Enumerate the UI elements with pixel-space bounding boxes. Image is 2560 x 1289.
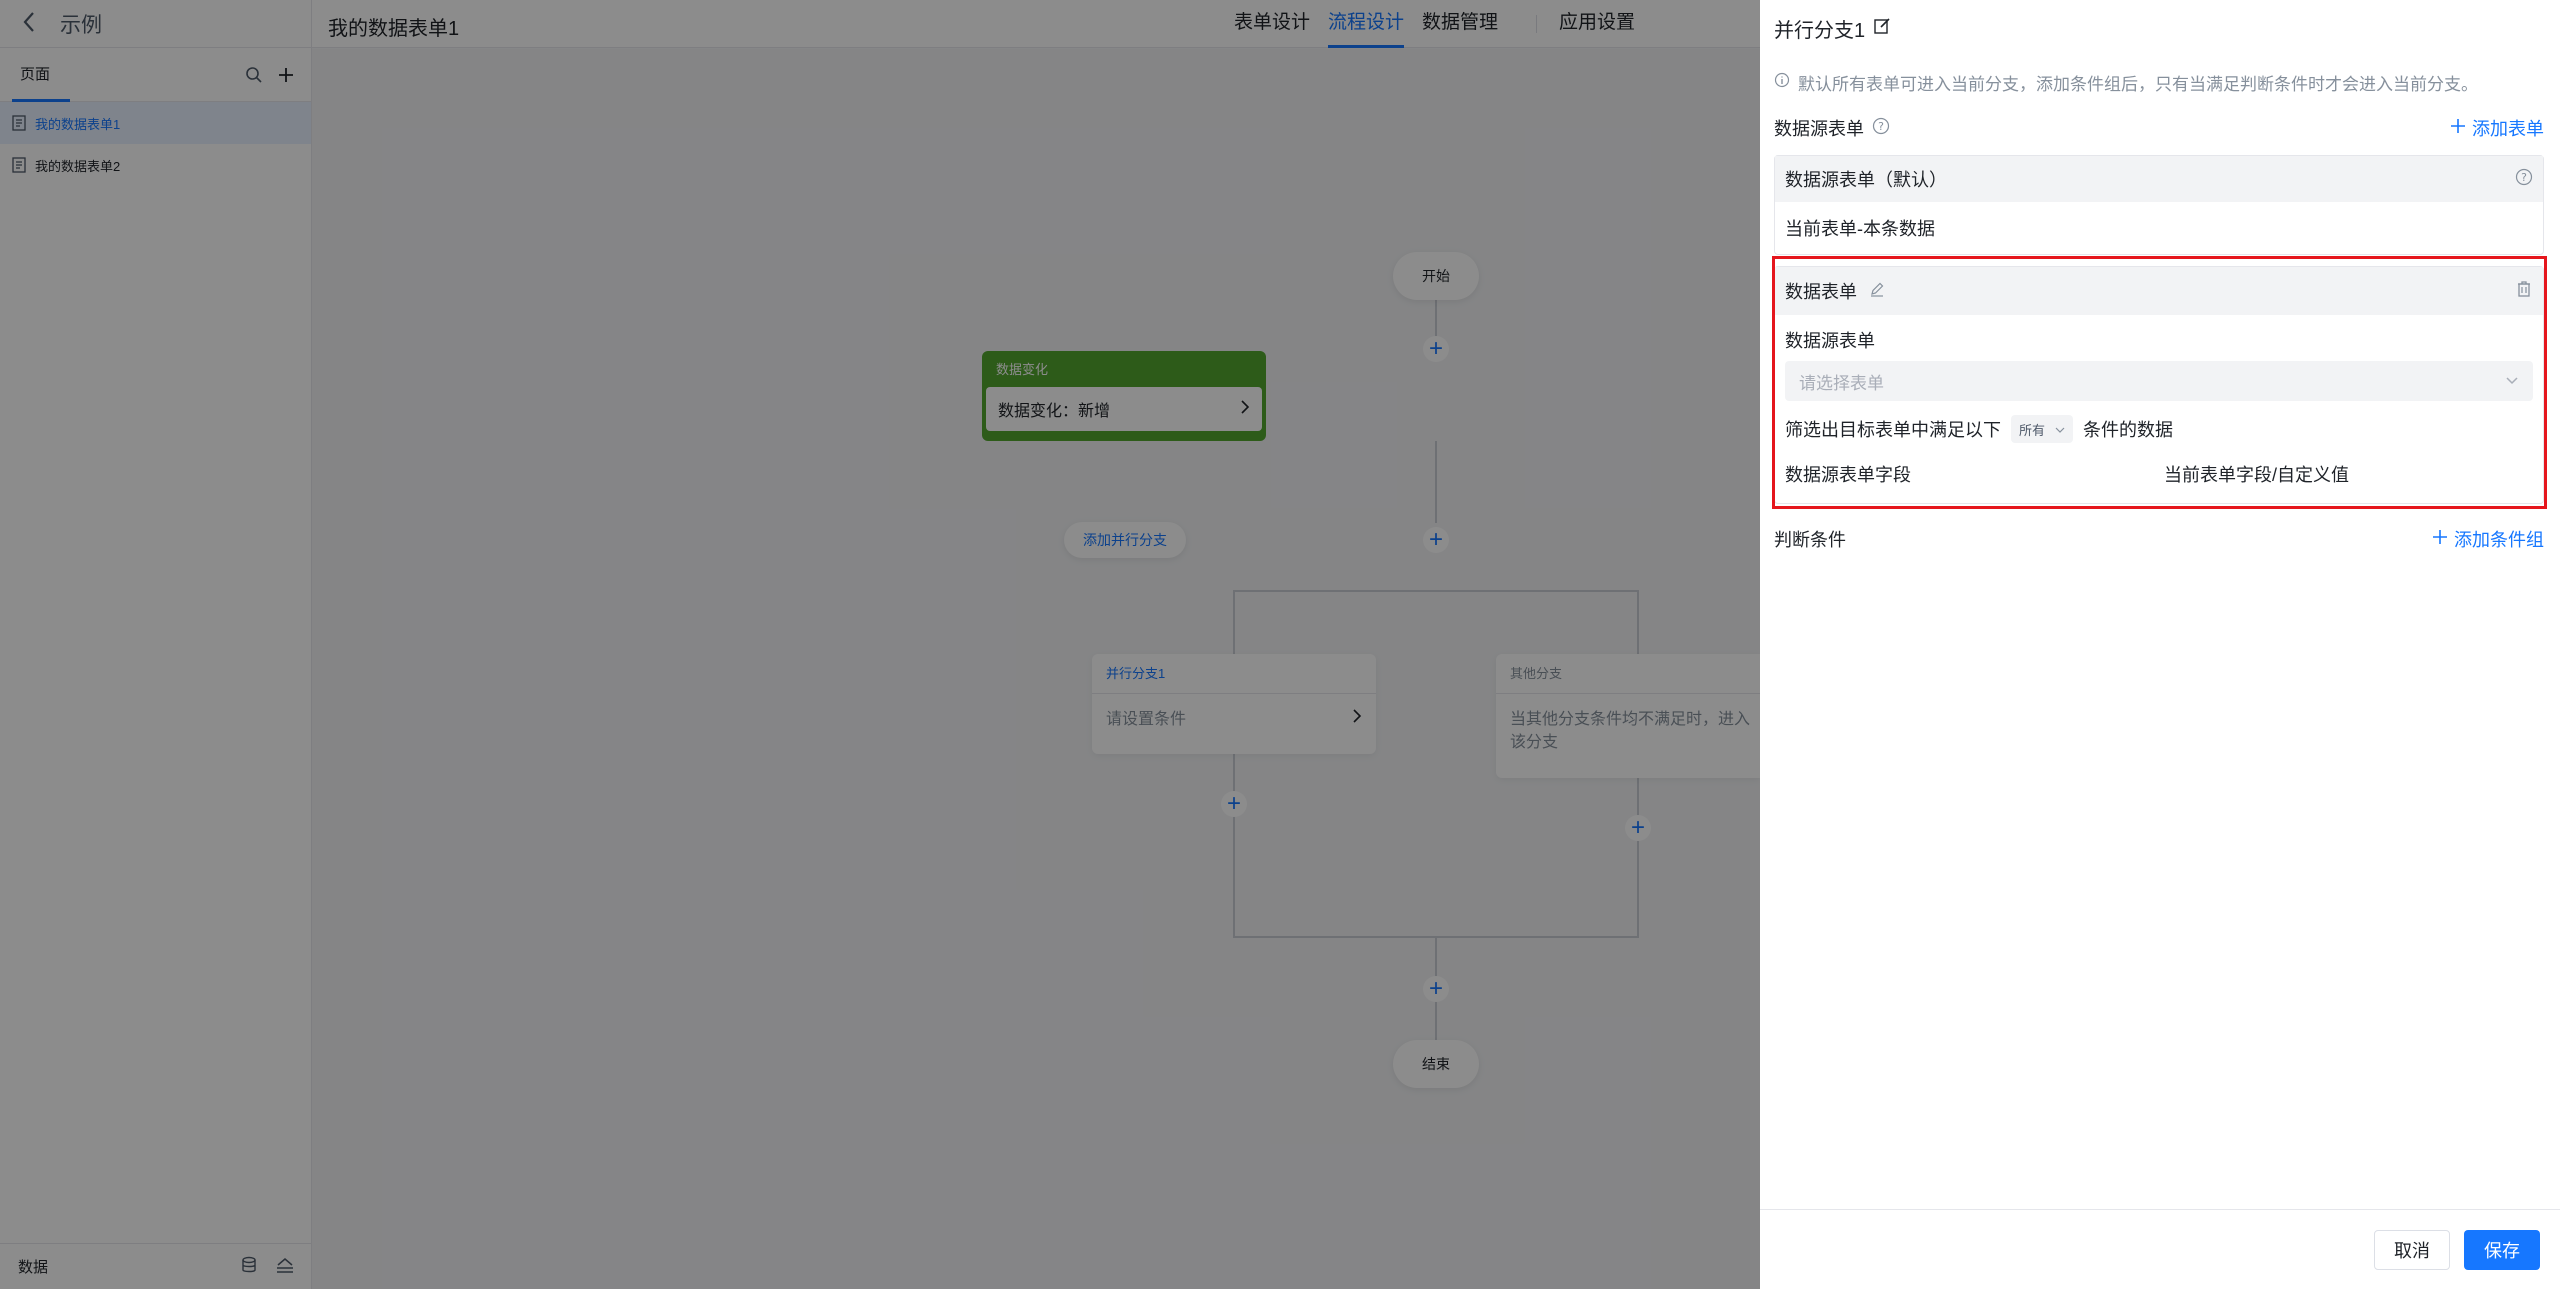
svg-text:?: ? [2521, 171, 2527, 184]
save-button[interactable]: 保存 [2464, 1230, 2540, 1270]
add-form-button[interactable]: 添加表单 [2450, 115, 2544, 141]
default-box-value: 当前表单-本条数据 [1785, 219, 1935, 239]
add-form-label: 添加表单 [2472, 119, 2544, 139]
svg-text:?: ? [1878, 120, 1884, 133]
default-datasource-box: 数据源表单（默认） ? 当前表单-本条数据 [1774, 155, 2544, 255]
info-icon [1774, 72, 1790, 93]
add-condition-group-button[interactable]: 添加条件组 [2432, 526, 2544, 552]
condition-label-text: 判断条件 [1774, 530, 1846, 550]
help-icon[interactable]: ? [2515, 168, 2533, 191]
drawer-tip: 默认所有表单可进入当前分支，添加条件组后，只有当满足判断条件时才会进入当前分支。 [1774, 70, 2478, 95]
plus-icon [2450, 118, 2466, 139]
condition-section-label: 判断条件 [1774, 526, 1846, 552]
datasource-section-label: 数据源表单 ? [1774, 115, 1890, 141]
drawer-title: 并行分支1 [1774, 20, 1866, 42]
cancel-button[interactable]: 取消 [2374, 1230, 2450, 1270]
datasource-label-text: 数据源表单 [1774, 119, 1864, 139]
plus-icon [2432, 529, 2448, 550]
add-condition-group-label: 添加条件组 [2454, 530, 2544, 550]
branch-settings-drawer: 并行分支1 默认所有表单可进入当前分支，添加条件组后，只有当满足判断条件时才会进… [1760, 0, 2560, 1289]
help-icon[interactable]: ? [1872, 117, 1890, 140]
default-box-title: 数据源表单（默认） [1785, 170, 1947, 190]
default-box-header: 数据源表单（默认） ? [1775, 156, 2543, 202]
drawer-footer: 取消 保存 [1760, 1209, 2560, 1289]
edit-title-icon[interactable] [1873, 17, 1891, 41]
drawer-header: 并行分支1 [1774, 14, 1891, 43]
tip-text: 默认所有表单可进入当前分支，添加条件组后，只有当满足判断条件时才会进入当前分支。 [1798, 75, 2478, 94]
highlight-box [1772, 256, 2547, 509]
modal-overlay[interactable] [0, 0, 1760, 1289]
